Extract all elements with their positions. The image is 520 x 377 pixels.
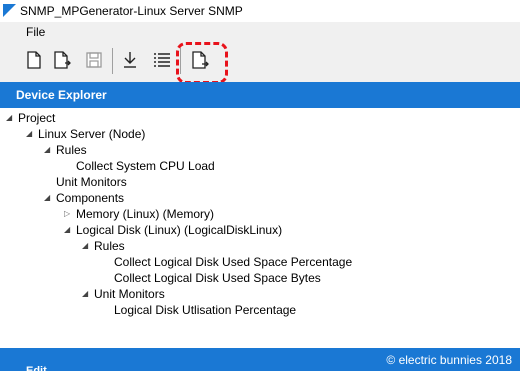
- expanded-arrow-icon[interactable]: ◢: [44, 142, 56, 158]
- tree-node-label: Components: [56, 191, 125, 205]
- tree-node-label: Logical Disk Utlisation Percentage: [114, 303, 297, 317]
- tree-node-label: Collect Logical Disk Used Space Percenta…: [114, 255, 353, 269]
- tree-node-ld-unit-monitors[interactable]: ◢ Unit Monitors: [82, 286, 165, 302]
- tree-node-label: Unit Monitors: [94, 287, 165, 301]
- tree-node-label: Collect System CPU Load: [76, 159, 215, 173]
- save-button[interactable]: [82, 49, 106, 73]
- new-document-icon: [26, 50, 42, 72]
- new-document-button[interactable]: [22, 49, 46, 73]
- expanded-arrow-icon[interactable]: ◢: [82, 238, 94, 254]
- edit-panel-header: Edit © electric bunnies 2018: [0, 348, 520, 377]
- highlight-annotation: [176, 42, 228, 84]
- tree-node-linux-server[interactable]: ◢ Linux Server (Node): [26, 126, 145, 142]
- tree-node-label: Logical Disk (Linux) (LogicalDiskLinux): [76, 223, 283, 237]
- new-from-template-button[interactable]: [50, 49, 74, 73]
- expanded-arrow-icon[interactable]: ◢: [44, 190, 56, 206]
- title-bar: SNMP_MPGenerator-Linux Server SNMP: [0, 0, 520, 22]
- tree-node-logical-disk[interactable]: ◢ Logical Disk (Linux) (LogicalDiskLinux): [64, 222, 282, 238]
- tree-node-label: Linux Server (Node): [38, 127, 146, 141]
- device-explorer-header: Device Explorer: [0, 82, 520, 108]
- tree-node-label: Memory (Linux) (Memory): [76, 207, 215, 221]
- tree-node-label: Rules: [94, 239, 125, 253]
- tree-node-components[interactable]: ◢ Components: [44, 190, 124, 206]
- app-icon: [3, 4, 16, 17]
- tree-node-label: Collect Logical Disk Used Space Bytes: [114, 271, 321, 285]
- menu-bar: File: [0, 22, 520, 42]
- tree-node-ld-rule-percentage[interactable]: Collect Logical Disk Used Space Percenta…: [114, 254, 352, 270]
- download-icon: [122, 51, 138, 72]
- tree-node-rules[interactable]: ◢ Rules: [44, 142, 87, 158]
- tree-node-memory[interactable]: ▷ Memory (Linux) (Memory): [64, 206, 214, 222]
- tree-node-label: Rules: [56, 143, 87, 157]
- toolbar: [0, 42, 520, 82]
- tree-node-label: Unit Monitors: [56, 175, 127, 189]
- tree-node-label: Project: [18, 111, 56, 125]
- toolbar-separator: [112, 48, 113, 74]
- tree-node-collect-cpu[interactable]: Collect System CPU Load: [76, 158, 215, 174]
- tree-node-ld-rules[interactable]: ◢ Rules: [82, 238, 125, 254]
- import-button[interactable]: [118, 49, 142, 73]
- device-tree[interactable]: ◢ Project ◢ Linux Server (Node) ◢ Rules Col…: [0, 108, 520, 348]
- tree-node-ld-monitor[interactable]: Logical Disk Utlisation Percentage: [114, 302, 296, 318]
- collapsed-arrow-icon[interactable]: ▷: [64, 206, 76, 222]
- tree-node-unit-monitors[interactable]: Unit Monitors: [56, 174, 127, 190]
- expanded-arrow-icon[interactable]: ◢: [82, 286, 94, 302]
- new-document-arrow-icon: [53, 50, 71, 72]
- expanded-arrow-icon[interactable]: ◢: [64, 222, 76, 238]
- menu-file[interactable]: File: [26, 25, 45, 39]
- list-button[interactable]: [150, 49, 174, 73]
- window-title: SNMP_MPGenerator-Linux Server SNMP: [20, 4, 243, 18]
- panel-title: Device Explorer: [16, 88, 107, 102]
- list-icon: [153, 52, 171, 71]
- tree-node-ld-rule-bytes[interactable]: Collect Logical Disk Used Space Bytes: [114, 270, 321, 286]
- save-icon: [86, 51, 102, 71]
- edit-panel-title: Edit: [26, 365, 47, 377]
- expanded-arrow-icon[interactable]: ◢: [6, 110, 18, 126]
- expanded-arrow-icon[interactable]: ◢: [26, 126, 38, 142]
- tree-node-project[interactable]: ◢ Project: [6, 110, 55, 126]
- copyright-watermark: © electric bunnies 2018: [386, 353, 512, 367]
